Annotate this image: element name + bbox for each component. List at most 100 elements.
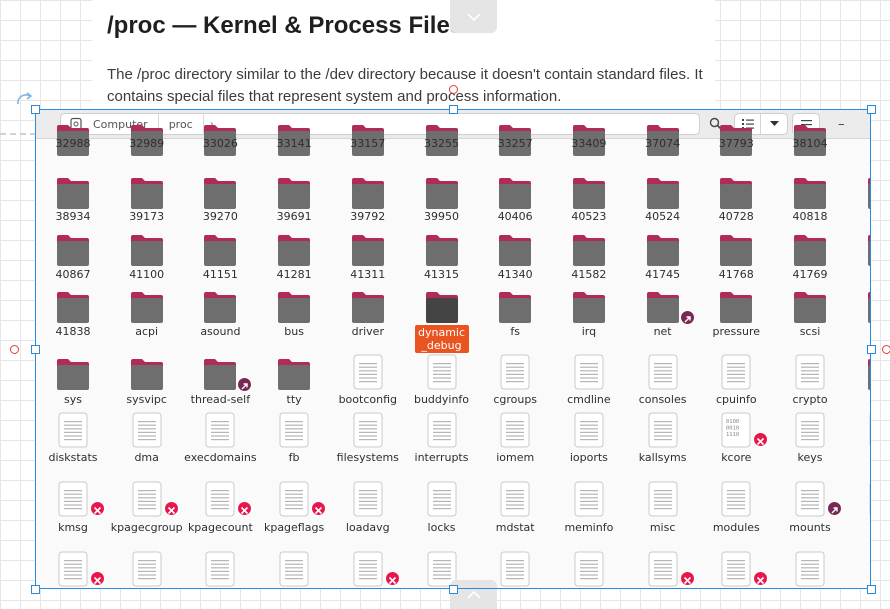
- file-item[interactable]: fb: [257, 412, 331, 475]
- folder-item[interactable]: 41745: [626, 233, 700, 293]
- folder-item[interactable]: sys: [36, 357, 110, 417]
- folder-item[interactable]: 33257: [478, 123, 552, 183]
- folder-item[interactable]: 41769: [773, 233, 847, 293]
- file-item[interactable]: bootconfig: [331, 354, 405, 417]
- file-item[interactable]: misc: [626, 481, 700, 544]
- file-item[interactable]: locks: [405, 481, 479, 544]
- file-item[interactable]: modules: [699, 481, 773, 544]
- folder-item[interactable]: 40867: [36, 233, 110, 293]
- file-item[interactable]: d: [847, 413, 870, 475]
- file-item[interactable]: kmsg: [36, 481, 110, 544]
- file-item[interactable]: ioports: [552, 412, 626, 475]
- resize-handle-bottom[interactable]: [449, 585, 458, 594]
- file-item[interactable]: interrupts: [405, 412, 479, 475]
- file-item[interactable]: consoles: [626, 354, 700, 417]
- folder-item[interactable]: 32988: [36, 123, 110, 183]
- folder-item[interactable]: 41768: [699, 233, 773, 293]
- file-item[interactable]: crypto: [773, 354, 847, 417]
- collapse-toggle-top[interactable]: [450, 0, 497, 33]
- folder-item[interactable]: 38934: [36, 176, 110, 236]
- folder-item[interactable]: asound: [183, 290, 257, 350]
- folder-item[interactable]: 33255: [405, 123, 479, 183]
- file-item[interactable]: [699, 551, 773, 588]
- folder-item[interactable]: 40524: [626, 176, 700, 236]
- file-item[interactable]: [773, 551, 847, 588]
- folder-item[interactable]: 37074: [626, 123, 700, 183]
- file-item[interactable]: cpuinfo: [699, 354, 773, 417]
- folder-item[interactable]: 39691: [257, 176, 331, 236]
- file-item[interactable]: kallsyms: [626, 412, 700, 475]
- connection-point-right[interactable]: [882, 345, 890, 354]
- folder-item[interactable]: 41281: [257, 233, 331, 293]
- rotation-point[interactable]: [449, 85, 458, 94]
- file-item[interactable]: mounts: [773, 481, 847, 544]
- folder-item[interactable]: acpi: [110, 290, 184, 350]
- file-item[interactable]: kpagecount: [183, 481, 257, 544]
- folder-item[interactable]: 41100: [110, 233, 184, 293]
- file-item[interactable]: cmdline: [552, 354, 626, 417]
- folder-item[interactable]: 41838: [36, 290, 110, 350]
- file-item[interactable]: filesystems: [331, 412, 405, 475]
- file-item[interactable]: meminfo: [552, 481, 626, 544]
- folder-item[interactable]: 33141: [257, 123, 331, 183]
- folder-item[interactable]: net: [626, 290, 700, 350]
- resize-handle-left[interactable]: [31, 345, 40, 354]
- folder-item[interactable]: 39792: [331, 176, 405, 236]
- folder-item[interactable]: pressure: [699, 290, 773, 350]
- file-item[interactable]: [552, 551, 626, 588]
- file-item[interactable]: 0100 0010 1110 kcore: [699, 412, 773, 475]
- resize-handle-bottom-left[interactable]: [31, 585, 40, 594]
- file-item[interactable]: buddyinfo: [405, 354, 479, 417]
- folder-item[interactable]: 41151: [183, 233, 257, 293]
- connection-point-left[interactable]: [10, 345, 19, 354]
- file-item[interactable]: execdomains: [183, 412, 257, 475]
- folder-item[interactable]: [847, 357, 870, 417]
- file-item[interactable]: diskstats: [36, 412, 110, 475]
- folder-item[interactable]: driver: [331, 290, 405, 350]
- file-item[interactable]: [257, 551, 331, 588]
- resize-handle-right[interactable]: [867, 345, 876, 354]
- folder-item[interactable]: 39270: [183, 176, 257, 236]
- folder-item[interactable]: 41315: [405, 233, 479, 293]
- resize-handle-bottom-right[interactable]: [867, 585, 876, 594]
- file-item[interactable]: dma: [110, 412, 184, 475]
- folder-item[interactable]: 41582: [552, 233, 626, 293]
- file-item[interactable]: kpagecgroup: [110, 481, 184, 544]
- folder-item[interactable]: 40406: [478, 176, 552, 236]
- folder-item[interactable]: 41340: [478, 233, 552, 293]
- resize-handle-top-right[interactable]: [867, 105, 876, 114]
- folder-item[interactable]: fs: [478, 290, 552, 350]
- folder-item[interactable]: dynamic_debug: [405, 290, 479, 353]
- file-item[interactable]: cgroups: [478, 354, 552, 417]
- folder-item[interactable]: 32989: [110, 123, 184, 183]
- file-item[interactable]: ke: [847, 482, 870, 544]
- folder-item[interactable]: 33026: [183, 123, 257, 183]
- folder-item[interactable]: [847, 176, 870, 236]
- folder-item[interactable]: scsi: [773, 290, 847, 350]
- file-item[interactable]: [36, 551, 110, 588]
- folder-item[interactable]: irq: [552, 290, 626, 350]
- file-item[interactable]: mdstat: [478, 481, 552, 544]
- file-item[interactable]: kpageflags: [257, 481, 331, 544]
- file-item[interactable]: iomem: [478, 412, 552, 475]
- folder-item[interactable]: 39950: [405, 176, 479, 236]
- folder-item[interactable]: thread-self: [183, 357, 257, 417]
- folder-item[interactable]: 33409: [552, 123, 626, 183]
- resize-handle-top-left[interactable]: [31, 105, 40, 114]
- folder-item[interactable]: [847, 233, 870, 293]
- folder-item[interactable]: 38104: [773, 123, 847, 183]
- folder-item[interactable]: 40523: [552, 176, 626, 236]
- folder-item[interactable]: 37793: [699, 123, 773, 183]
- resize-handle-top[interactable]: [449, 105, 458, 114]
- folder-item[interactable]: tty: [257, 357, 331, 417]
- folder-item[interactable]: sysvipc: [110, 357, 184, 417]
- folder-item[interactable]: 40728: [699, 176, 773, 236]
- folder-item[interactable]: 33157: [331, 123, 405, 183]
- folder-item[interactable]: 39173: [110, 176, 184, 236]
- folder-item[interactable]: [847, 290, 870, 350]
- file-item[interactable]: [183, 551, 257, 588]
- file-item[interactable]: [626, 551, 700, 588]
- file-item[interactable]: loadavg: [331, 481, 405, 544]
- file-item[interactable]: keys: [773, 412, 847, 475]
- file-item[interactable]: [331, 551, 405, 588]
